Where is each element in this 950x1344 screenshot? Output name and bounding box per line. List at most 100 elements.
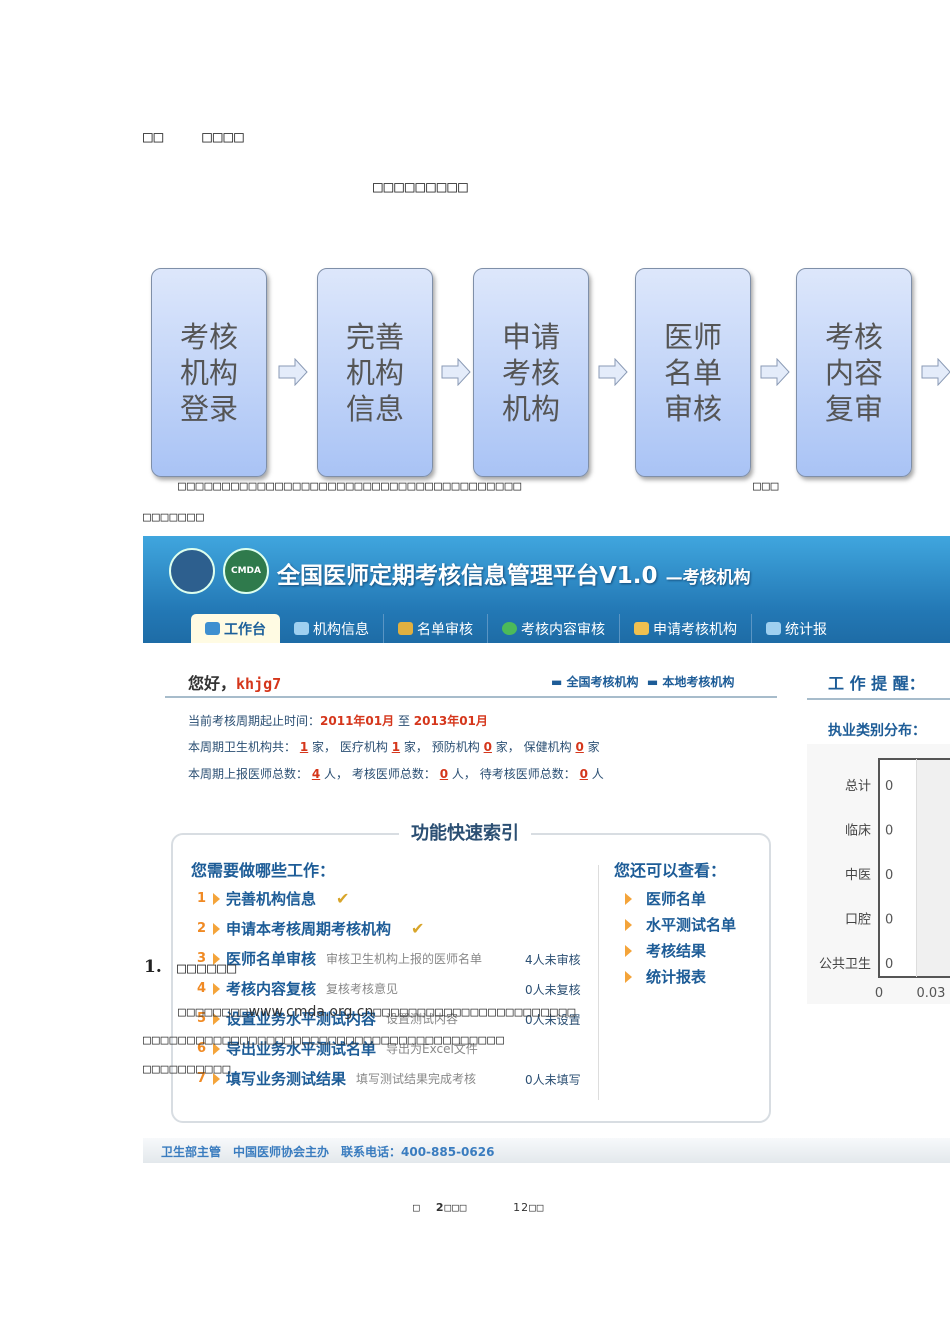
category-label: 公共卫生 <box>819 957 871 972</box>
greeting: 您好，khjg7 <box>188 674 282 693</box>
todo-desc: 填写测试结果完成考核 <box>356 1072 477 1086</box>
flow-step: 考核内容复审 <box>796 268 912 477</box>
x-tick-label: 0.03 <box>917 986 946 1001</box>
category-label: 临床 <box>845 824 871 839</box>
arrow-right-icon <box>760 358 790 386</box>
tab-statistics[interactable]: 统计报 <box>752 614 841 643</box>
divider <box>807 698 950 700</box>
prevention-link[interactable]: 0 <box>484 740 492 754</box>
doctor-info: 本周期上报医师总数： 4 人， 考核医师总数： 0 人， 待考核医师总数： 0 … <box>188 767 604 781</box>
todo-label: 申请本考核周期考核机构 <box>226 920 392 938</box>
data-label: 0 <box>885 779 893 794</box>
cmda-url[interactable]: www.cmda.org.cn <box>249 1004 374 1020</box>
todo-item[interactable]: 2 申请本考核周期考核机构 ✔ <box>197 918 424 939</box>
data-label: 0 <box>885 957 893 972</box>
pie-icon <box>502 622 517 635</box>
paragraph: □□□□□□□□www.cmda.org.cn□□□□□□□□□□□□□□□□□… <box>178 1004 577 1020</box>
flow-step: 医师名单审核 <box>635 268 751 477</box>
pending-link[interactable]: 0 <box>580 767 588 781</box>
todo-desc: 审核卫生机构上报的医师名单 <box>326 952 483 966</box>
arrow-right-icon <box>921 358 950 386</box>
triangle-icon <box>213 982 220 995</box>
view-label: 水平测试名单 <box>646 916 737 934</box>
quick-index-panel: 功能快速索引 您需要做哪些工作： 1 完善机构信息 ✔ 2 申请本考核周期考核机构 ✔ 3 医… <box>171 819 771 1123</box>
triangle-icon <box>625 944 632 957</box>
todo-item[interactable]: 1 完善机构信息 ✔ <box>197 888 349 909</box>
data-label: 0 <box>885 868 893 883</box>
triangle-icon <box>625 918 632 931</box>
doc-heading: □□ □□□□ <box>143 127 245 146</box>
view-link[interactable]: 水平测试名单 <box>625 914 736 935</box>
app-footer: 卫生部主管 中国医师协会主办 联系电话：400-885-0626 <box>143 1138 950 1163</box>
data-label: 0 <box>885 913 893 928</box>
todo-label: 完善机构信息 <box>226 890 317 908</box>
medical-link[interactable]: 1 <box>392 740 400 754</box>
divider <box>165 696 777 698</box>
category-chart: 00.030.总计0临床0中医0口腔0公共卫生0 <box>807 744 950 1004</box>
healthcare-link[interactable]: 0 <box>575 740 583 754</box>
x-tick-label: 0 <box>875 986 883 1001</box>
app-header: CMDA 全国医师定期考核信息管理平台V1.0 —考核机构 工作台 机构信息 名… <box>143 536 950 643</box>
category-label: 口腔 <box>845 913 871 928</box>
view-label: 考核结果 <box>646 942 707 960</box>
reported-link[interactable]: 4 <box>312 767 320 781</box>
paragraph: □□□□□□□□□□□□□□□□□□□□□□□□□□□□□□□□□□□□□□□□… <box>143 1033 505 1048</box>
triangle-icon <box>213 922 220 935</box>
section-number: 1. <box>144 957 162 977</box>
flow-step: 考核机构登录 <box>151 268 267 477</box>
divider <box>598 865 599 1100</box>
todo-number: 1 <box>197 891 207 906</box>
reminder-title: 工 作 提 醒： <box>828 674 925 693</box>
flow-step: 申请考核机构 <box>473 268 589 477</box>
tab-workbench[interactable]: 工作台 <box>191 614 280 643</box>
box-icon <box>398 622 413 635</box>
period-info: 当前考核周期起止时间：2011年01月 至 2013年01月 <box>188 714 488 728</box>
app-title: 全国医师定期考核信息管理平台V1.0 —考核机构 <box>277 563 751 589</box>
category-label: 中医 <box>845 868 871 883</box>
app-screenshot: CMDA 全国医师定期考核信息管理平台V1.0 —考核机构 工作台 机构信息 名… <box>143 536 950 1164</box>
ministry-logo <box>169 548 215 594</box>
local-institutions-link[interactable]: ▬ 本地考核机构 <box>647 675 735 689</box>
quick-index-title: 功能快速索引 <box>399 819 531 845</box>
examined-link[interactable]: 0 <box>440 767 448 781</box>
todo-item[interactable]: 3 医师名单审核 审核卫生机构上报的医师名单 <box>197 948 482 969</box>
todo-number: 4 <box>197 981 207 996</box>
tab-apply-institution[interactable]: 申请考核机构 <box>620 614 752 643</box>
flow-caption: □□□□□□□□□□□□□□□□□□□□□□□□□□□□□□□□□□□□□□□ <box>178 479 523 494</box>
todo-label: 填写业务测试结果 <box>226 1070 347 1088</box>
todo-item[interactable]: 7 填写业务测试结果 填写测试结果完成考核 <box>197 1068 476 1089</box>
doc-subheading: □□□□□□□□□ <box>373 177 469 196</box>
triangle-icon <box>625 892 632 905</box>
view-link[interactable]: 统计报表 <box>625 966 706 987</box>
todo-desc: 复核考核意见 <box>326 982 399 996</box>
todo-count: 0人未填写 <box>525 1073 581 1087</box>
view-link[interactable]: 医师名单 <box>625 888 706 909</box>
todo-count: 0人未复核 <box>525 983 581 997</box>
todo-item[interactable]: 4 考核内容复核 复核考核意见 <box>197 978 398 999</box>
cmda-logo: CMDA <box>223 548 269 594</box>
arrow-right-icon <box>441 358 471 386</box>
check-icon: ✔ <box>336 889 350 908</box>
tab-list-review[interactable]: 名单审核 <box>384 614 488 643</box>
folder-icon <box>205 622 220 635</box>
total-link[interactable]: 1 <box>300 740 308 754</box>
view-title: 您还可以查看： <box>614 861 727 880</box>
todo-count: 4人未审核 <box>525 953 581 967</box>
main-nav: 工作台 机构信息 名单审核 考核内容审核 申请考核机构 统计报 <box>191 614 841 643</box>
category-label: 总计 <box>845 779 871 794</box>
tab-institution-info[interactable]: 机构信息 <box>280 614 384 643</box>
page-number: □ 2□□□ 12□□ <box>413 1201 545 1214</box>
tab-content-review[interactable]: 考核内容审核 <box>488 614 620 643</box>
arrow-right-icon <box>598 358 628 386</box>
figure-label: □□□□□□□ <box>143 510 205 525</box>
national-institutions-link[interactable]: ▬ 全国考核机构 <box>551 675 639 689</box>
arrow-right-icon <box>278 358 308 386</box>
todo-number: 2 <box>197 921 207 936</box>
view-label: 统计报表 <box>646 968 707 986</box>
todo-label: 考核内容复核 <box>226 980 317 998</box>
triangle-icon <box>625 970 632 983</box>
flow-caption-tail: □□□ <box>753 479 780 494</box>
institution-info: 本周期卫生机构共： 1 家， 医疗机构 1 家， 预防机构 0 家， 保健机构 … <box>188 740 600 754</box>
view-link[interactable]: 考核结果 <box>625 940 706 961</box>
check-icon: ✔ <box>411 919 425 938</box>
